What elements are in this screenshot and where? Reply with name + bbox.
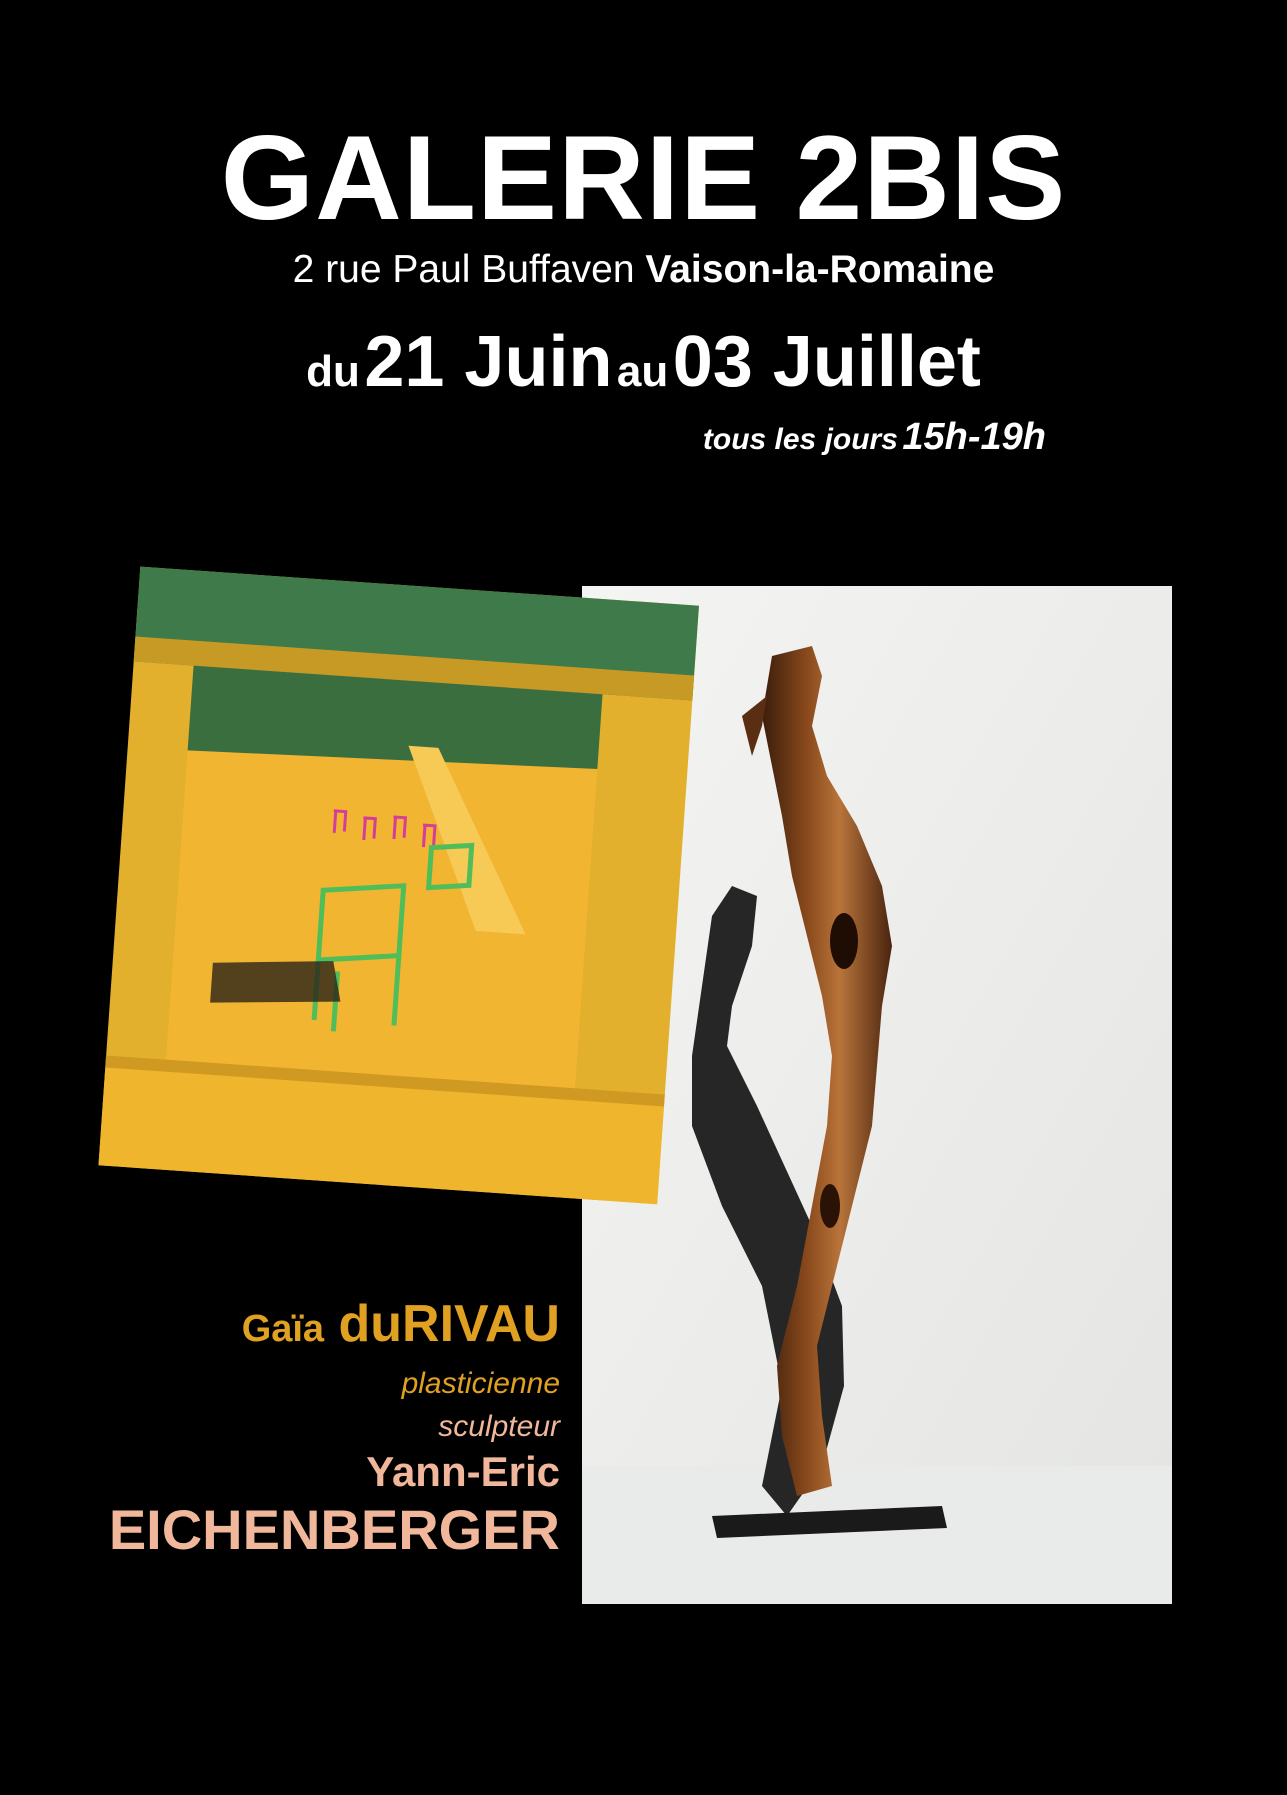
exhibition-dates: du 21 Juin au 03 Juillet <box>0 326 1287 398</box>
dates-connector: au <box>616 347 669 396</box>
exhibition-poster: GALERIE 2BIS 2 rue Paul Buffaven Vaison-… <box>0 0 1287 1795</box>
painting-illustration <box>98 566 699 1205</box>
hours-times: 15h-19h <box>902 416 1046 458</box>
painting-photo <box>98 566 714 1226</box>
hours-label: tous les jours <box>702 423 898 456</box>
artist2-last-name: EICHENBERGER <box>108 1498 560 1562</box>
dates-end: 03 Juillet <box>672 322 981 402</box>
artist1-role: plasticienne <box>401 1367 560 1401</box>
gallery-address: 2 rue Paul Buffaven Vaison-la-Romaine <box>0 250 1287 289</box>
opening-hours: tous les jours 15h-19h <box>703 418 1046 456</box>
artist2-first-name: Yann-Eric <box>366 1448 560 1496</box>
dates-prefix: du <box>306 347 360 396</box>
dates-start: 21 Juin <box>364 322 613 402</box>
address-street: 2 rue Paul Buffaven <box>292 248 635 291</box>
artist1-name: Gaïa duRIVAU <box>109 1295 560 1353</box>
artist1-first-name: Gaïa <box>241 1308 325 1350</box>
artists-block: Gaïa duRIVAU plasticienne sculpteur Yann… <box>108 1295 560 1562</box>
gallery-title: GALERIE 2BIS <box>220 111 1067 245</box>
artist2-role: sculpteur <box>438 1410 560 1444</box>
address-city: Vaison-la-Romaine <box>645 248 995 291</box>
artist1-last-name: duRIVAU <box>338 1295 560 1353</box>
